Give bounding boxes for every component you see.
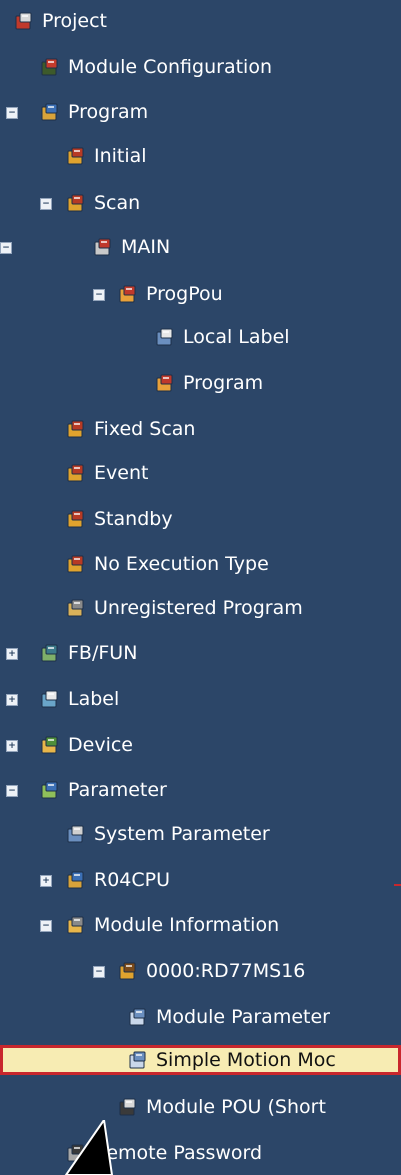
tree-item[interactable]: Program — [0, 368, 401, 398]
tree-item-label: Module Information — [94, 914, 280, 936]
tree-item[interactable]: − Program — [0, 97, 401, 127]
label-folder-icon — [41, 690, 58, 708]
simple-motion-icon — [129, 1051, 146, 1069]
tree-item-label: Label — [68, 688, 120, 710]
unregistered-program-icon — [67, 599, 84, 617]
tree-item[interactable]: + FB/FUN — [0, 638, 401, 668]
collapse-icon[interactable]: − — [6, 785, 18, 797]
collapse-icon[interactable]: − — [6, 107, 18, 119]
program-folder-icon — [41, 103, 58, 121]
tree-item[interactable]: − MAIN — [0, 232, 401, 262]
tree-item[interactable]: + R04CPU — [0, 865, 401, 895]
tree-item[interactable]: Module POU (Short — [0, 1092, 401, 1122]
tree-item-label: No Execution Type — [94, 553, 269, 575]
module-configuration-icon — [41, 58, 58, 76]
module-pou-icon — [119, 1098, 136, 1116]
tree-item-label: R04CPU — [94, 869, 171, 891]
program-body-icon — [156, 374, 173, 392]
tree-item-label: Initial — [94, 145, 147, 167]
expand-icon[interactable]: + — [40, 875, 52, 887]
tree-item-label: Device — [68, 734, 133, 756]
parameter-folder-icon — [41, 781, 58, 799]
tree-item[interactable]: + Device — [0, 730, 401, 760]
tree-item-label: Scan — [94, 192, 141, 214]
module-information-icon — [67, 916, 84, 934]
program-type-icon — [67, 510, 84, 528]
expand-icon[interactable]: + — [6, 694, 18, 706]
program-type-icon — [67, 147, 84, 165]
collapse-icon[interactable]: − — [93, 966, 105, 978]
program-type-icon — [67, 464, 84, 482]
tree-item[interactable]: Project — [0, 6, 401, 36]
collapse-icon[interactable]: − — [93, 289, 105, 301]
tree-item[interactable]: Standby — [0, 504, 401, 534]
tree-item-label: Module POU (Short — [146, 1096, 326, 1118]
collapse-icon[interactable]: − — [40, 920, 52, 932]
system-parameter-icon — [67, 825, 84, 843]
program-type-icon — [67, 194, 84, 212]
tree-item[interactable]: Module Configuration — [0, 52, 401, 82]
project-icon — [15, 12, 32, 30]
tree-item-label: Standby — [94, 508, 173, 530]
fb-fun-folder-icon — [41, 644, 58, 662]
tree-item[interactable]: − Scan — [0, 188, 401, 218]
collapse-icon[interactable]: − — [40, 198, 52, 210]
tree-item[interactable]: Initial — [0, 141, 401, 171]
tree-item[interactable]: − Parameter — [0, 775, 401, 805]
program-type-icon — [67, 555, 84, 573]
tree-item-label: Parameter — [68, 779, 167, 801]
tree-item-label: Module Configuration — [68, 56, 272, 78]
program-type-icon — [67, 420, 84, 438]
tree-item-label: Program — [68, 101, 149, 123]
tree-item-label: Local Label — [183, 326, 290, 348]
expand-icon[interactable]: + — [6, 648, 18, 660]
tree-item-label: Module Parameter — [156, 1006, 330, 1028]
tree-item-label: FB/FUN — [68, 642, 138, 664]
tree-item-label: 0000:RD77MS16 — [146, 960, 306, 982]
tree-item-label: Fixed Scan — [94, 418, 196, 440]
callout-line — [394, 884, 401, 886]
tree-item[interactable]: − ProgPou — [0, 279, 401, 309]
tree-item[interactable]: Module Parameter — [0, 1002, 401, 1032]
tree-item[interactable]: Fixed Scan — [0, 414, 401, 444]
tree-item[interactable]: − 0000:RD77MS16 — [0, 956, 401, 986]
tree-item-label: Unregistered Program — [94, 597, 303, 619]
tree-item-label: Event — [94, 462, 149, 484]
local-label-icon — [156, 328, 173, 346]
program-file-icon — [94, 238, 111, 256]
tree-item-label: Program — [183, 372, 264, 394]
tree-item[interactable]: Simple Motion Moc — [0, 1045, 401, 1075]
tree-item[interactable]: + Label — [0, 684, 401, 714]
tree-item-label: ProgPou — [146, 283, 223, 305]
tree-item[interactable]: − Module Information — [0, 910, 401, 940]
tree-item-label: MAIN — [121, 236, 171, 258]
pou-icon — [119, 285, 136, 303]
tree-item[interactable]: System Parameter — [0, 819, 401, 849]
project-tree: Project Module Configuration − Program Initi… — [0, 0, 401, 1175]
expand-icon[interactable]: + — [6, 740, 18, 752]
module-parameter-icon — [129, 1008, 146, 1026]
tree-item-label: Simple Motion Moc — [156, 1049, 336, 1071]
tree-item[interactable]: Event — [0, 458, 401, 488]
collapse-icon[interactable]: − — [0, 242, 12, 254]
tree-item[interactable]: No Execution Type — [0, 549, 401, 579]
tree-item[interactable]: Local Label — [0, 322, 401, 352]
device-folder-icon — [41, 736, 58, 754]
module-icon — [119, 962, 136, 980]
pointer-arrow-icon — [64, 1120, 114, 1175]
tree-item[interactable]: Unregistered Program — [0, 593, 401, 623]
tree-item-label: System Parameter — [94, 823, 270, 845]
tree-item-label: Project — [42, 10, 108, 32]
cpu-icon — [67, 871, 84, 889]
